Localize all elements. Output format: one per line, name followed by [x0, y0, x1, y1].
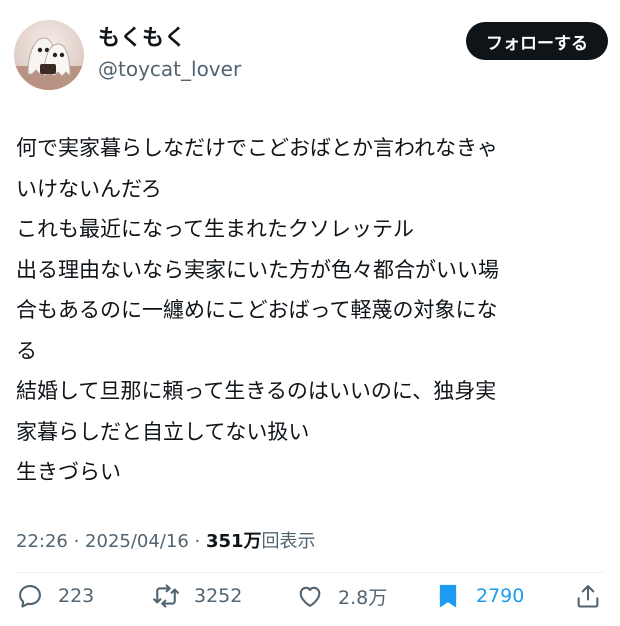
meta-separator: · — [67, 531, 86, 552]
tweet-line: これも最近になって生まれたクソレッテル — [16, 217, 414, 241]
tweet-header: もくもく @toycat_lover フォローする — [12, 18, 608, 92]
heart-icon — [299, 586, 321, 607]
tweet-time[interactable]: 22:26 — [16, 531, 68, 552]
tweet-line: いけないんだろ — [16, 176, 162, 201]
like-count: 2.8万 — [338, 586, 388, 609]
view-count: 351万 — [205, 531, 262, 552]
bookmark-icon — [439, 584, 457, 608]
bookmark-count: 2790 — [476, 585, 525, 607]
tweet-line: 何で実家暮らしなだけでこどおばとか言われなきゃ — [16, 136, 498, 160]
divider — [16, 572, 604, 573]
retweet-icon — [153, 584, 179, 608]
like-button[interactable]: 2.8万 — [296, 576, 387, 616]
avatar-image — [14, 37, 84, 90]
bookmark-button[interactable]: 2790 — [434, 576, 524, 616]
tweet-date[interactable]: 2025/04/16 — [85, 531, 189, 552]
action-bar: 223 3252 2.8万 2790 — [0, 576, 620, 616]
retweet-button[interactable]: 3252 — [152, 576, 242, 616]
tweet-line: 出る理由ないなら実家にいた方が色々都合がいい場 — [16, 257, 499, 282]
user-handle[interactable]: @toycat_lover — [98, 56, 241, 82]
user-info: もくもく @toycat_lover — [98, 26, 241, 82]
tweet-line: 生きづらい — [16, 460, 121, 484]
tweet-line: 合もあるのに一纏めにこどおばって軽蔑の対象にな — [16, 298, 498, 322]
retweet-count: 3252 — [194, 585, 243, 607]
tweet-line: 家暮らしだと自立してない扱い — [16, 419, 310, 444]
meta-separator: · — [188, 531, 206, 552]
reply-count: 223 — [58, 585, 95, 607]
share-icon — [577, 585, 599, 608]
follow-button[interactable]: フォローする — [466, 22, 608, 60]
reply-button[interactable]: 223 — [16, 576, 94, 616]
avatar[interactable] — [14, 20, 84, 90]
view-count-label: 回表示 — [261, 531, 316, 552]
tweet-line: 結婚して旦那に頼って生きるのはいいのに、独身実 — [16, 379, 497, 403]
tweet-text: 何で実家暮らしなだけでこどおばとか言われなきゃ いけないんだろ これも最近になっ… — [16, 128, 608, 493]
tweet-line: る — [16, 338, 37, 363]
display-name[interactable]: もくもく — [98, 26, 241, 52]
reply-icon — [19, 585, 41, 608]
share-button[interactable] — [574, 576, 602, 616]
tweet-meta: 22:26 · 2025/04/16 · 351万回表示 — [16, 528, 316, 556]
